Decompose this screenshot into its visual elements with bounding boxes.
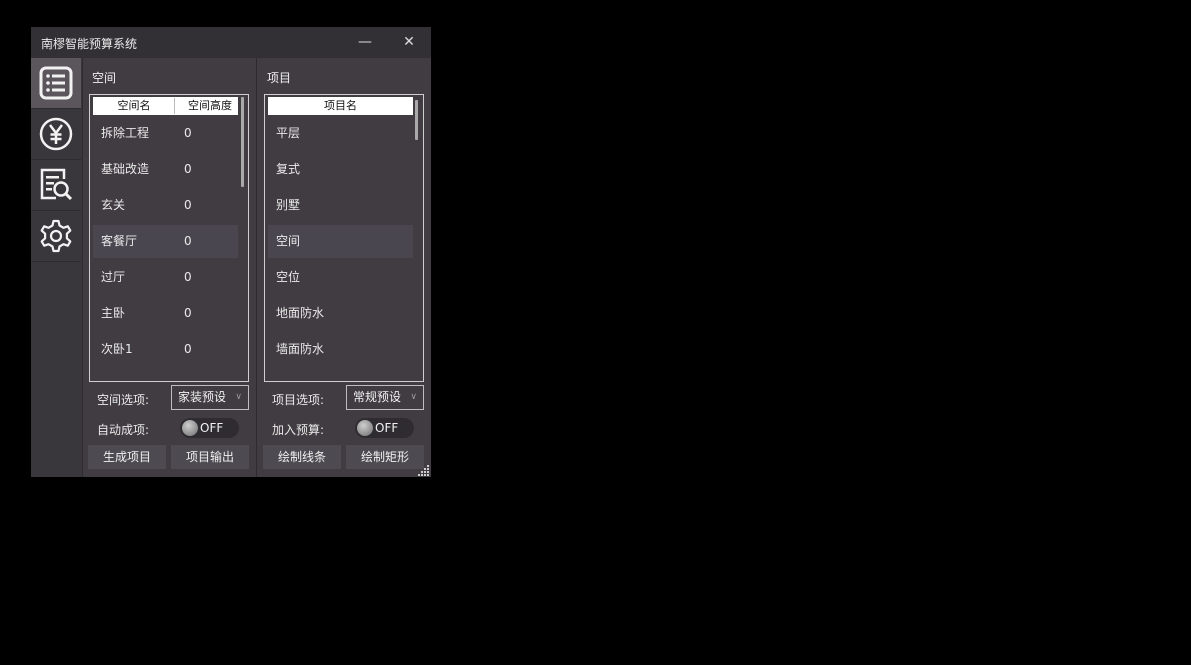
column-header-space-height[interactable]: 空间高度 [175, 97, 238, 115]
add-to-budget-label: 加入预算: [272, 423, 325, 437]
sidebar-item-budget[interactable] [31, 109, 81, 160]
space-name: 主卧 [101, 306, 126, 320]
project-panel-title: 项目 [267, 71, 292, 85]
table-row[interactable]: 玄关 0 [93, 189, 238, 222]
app-window: 南樛智能预算系统 — ✕ 空间 空间名 空间高度 拆除工程 0 基础改造 0 玄… [31, 27, 431, 477]
list-item[interactable]: 平层 [268, 117, 413, 150]
toggle-state: OFF [375, 421, 399, 435]
list-item[interactable]: 空位 [268, 261, 413, 294]
table-row[interactable]: 拆除工程 0 [93, 117, 238, 150]
generate-project-button[interactable]: 生成项目 [88, 445, 166, 469]
project-name: 空间 [276, 234, 301, 248]
sidebar-item-settings[interactable] [31, 211, 81, 262]
column-header-project-name[interactable]: 项目名 [268, 97, 413, 115]
table-row[interactable]: 基础改造 0 [93, 153, 238, 186]
space-name: 基础改造 [101, 162, 150, 176]
toggle-knob [182, 420, 198, 436]
space-option-select[interactable]: 家装预设 ∨ [171, 385, 249, 410]
list-item[interactable]: 复式 [268, 153, 413, 186]
document-search-icon [40, 168, 73, 201]
window-title: 南樛智能预算系统 [41, 37, 138, 51]
table-row-selected[interactable]: 客餐厅 0 [93, 225, 238, 258]
list-item[interactable]: 墙面防水 [268, 333, 413, 366]
space-option-value: 家装预设 [178, 390, 227, 404]
table-row[interactable]: 次卧1 0 [93, 333, 238, 366]
space-height: 0 [184, 270, 192, 284]
space-height: 0 [184, 198, 192, 212]
add-to-budget-toggle[interactable]: OFF [355, 418, 414, 438]
yen-icon [39, 117, 73, 151]
project-option-value: 常规预设 [353, 390, 402, 404]
space-name: 玄关 [101, 198, 126, 212]
project-list-header: 项目名 [268, 97, 413, 115]
minimize-button[interactable]: — [343, 27, 387, 58]
column-header-space-name[interactable]: 空间名 [93, 97, 175, 115]
space-height: 0 [184, 342, 192, 356]
export-project-button[interactable]: 项目输出 [171, 445, 249, 469]
project-list-scrollbar[interactable] [415, 100, 418, 140]
table-row[interactable]: 主卧 0 [93, 297, 238, 330]
list-item[interactable]: 别墅 [268, 189, 413, 222]
space-name: 次卧1 [101, 342, 133, 356]
sidebar-item-search-doc[interactable] [31, 160, 81, 211]
project-panel: 项目 项目名 平层 复式 别墅 空间 空位 地面防水 墙面防水 项目选项: 常规… [258, 58, 431, 477]
gear-icon [40, 219, 72, 253]
space-list[interactable]: 空间名 空间高度 拆除工程 0 基础改造 0 玄关 0 客餐厅 0 过厅 0 主… [89, 94, 249, 382]
space-list-scrollbar[interactable] [241, 97, 244, 187]
toggle-knob [357, 420, 373, 436]
sidebar-item-space-list[interactable] [31, 58, 81, 109]
project-option-select[interactable]: 常规预设 ∨ [346, 385, 424, 410]
space-height: 0 [184, 162, 192, 176]
toggle-state: OFF [200, 421, 224, 435]
project-option-label: 项目选项: [272, 393, 325, 407]
project-name: 别墅 [276, 198, 301, 212]
project-name: 复式 [276, 162, 301, 176]
space-panel-title: 空间 [92, 71, 117, 85]
chevron-down-icon: ∨ [235, 392, 242, 402]
auto-generate-toggle[interactable]: OFF [180, 418, 239, 438]
space-height: 0 [184, 234, 192, 248]
space-option-label: 空间选项: [97, 393, 150, 407]
space-height: 0 [184, 306, 192, 320]
close-button[interactable]: ✕ [387, 27, 431, 58]
list-item[interactable]: 地面防水 [268, 297, 413, 330]
auto-generate-label: 自动成项: [97, 423, 150, 437]
space-panel: 空间 空间名 空间高度 拆除工程 0 基础改造 0 玄关 0 客餐厅 0 过厅 … [83, 58, 257, 477]
project-name: 墙面防水 [276, 342, 325, 356]
title-bar[interactable]: 南樛智能预算系统 — ✕ [31, 27, 431, 58]
minimize-icon: — [358, 34, 372, 50]
close-icon: ✕ [403, 34, 415, 50]
table-row[interactable]: 过厅 0 [93, 261, 238, 294]
space-name: 客餐厅 [101, 234, 138, 248]
space-height: 0 [184, 126, 192, 140]
list-item-selected[interactable]: 空间 [268, 225, 413, 258]
space-list-header: 空间名 空间高度 [93, 97, 238, 115]
chevron-down-icon: ∨ [410, 392, 417, 402]
list-icon [39, 66, 73, 100]
project-name: 地面防水 [276, 306, 325, 320]
draw-line-button[interactable]: 绘制线条 [263, 445, 341, 469]
space-name: 过厅 [101, 270, 126, 284]
project-name: 空位 [276, 270, 301, 284]
project-name: 平层 [276, 126, 301, 140]
draw-rectangle-button[interactable]: 绘制矩形 [346, 445, 424, 469]
project-list[interactable]: 项目名 平层 复式 别墅 空间 空位 地面防水 墙面防水 [264, 94, 424, 382]
sidebar [31, 58, 83, 477]
resize-grip-icon[interactable] [418, 464, 430, 476]
space-name: 拆除工程 [101, 126, 150, 140]
